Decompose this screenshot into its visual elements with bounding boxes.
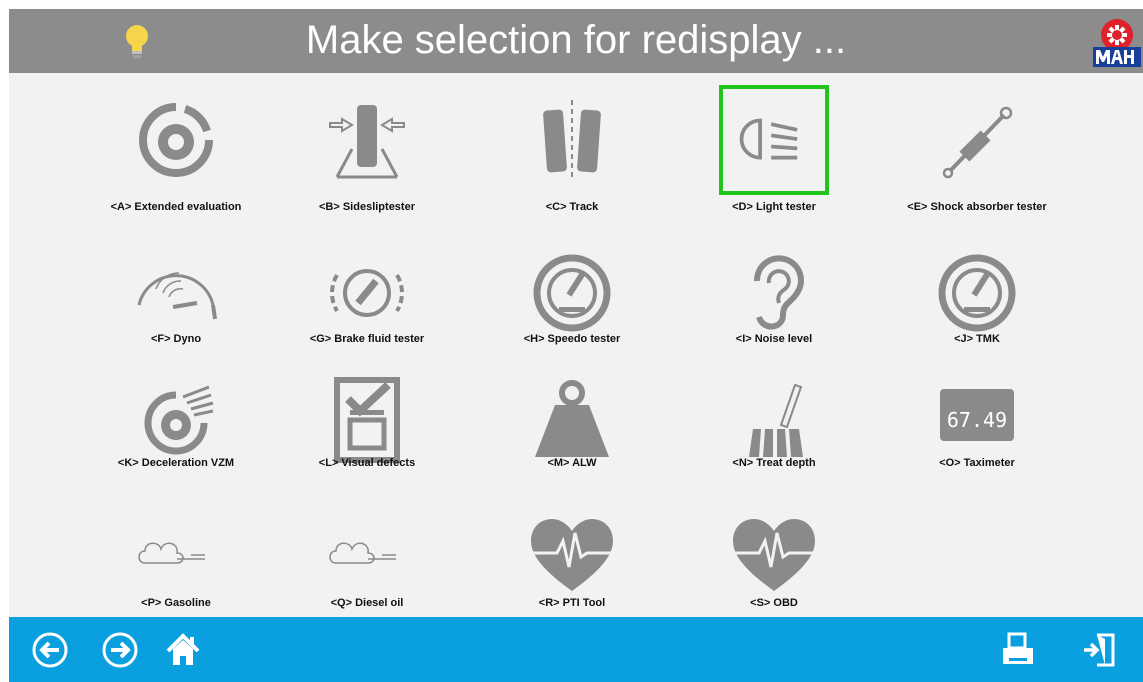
- tile-label: <H> Speedo tester: [523, 333, 621, 345]
- speedometer-icon: [517, 233, 627, 343]
- back-icon: [32, 632, 68, 668]
- tmk-gauge-icon: [922, 233, 1032, 343]
- tile-label: <G> Brake fluid tester: [309, 333, 425, 345]
- headlight-icon: [719, 85, 829, 195]
- tile-dyno[interactable]: <F> Dyno: [86, 221, 266, 351]
- maha-logo: [1091, 15, 1143, 69]
- forward-button[interactable]: [101, 631, 139, 669]
- tile-alw[interactable]: <M> ALW: [482, 353, 662, 483]
- heartbeat-icon: [517, 497, 627, 607]
- tile-pti-tool[interactable]: <R> PTI Tool: [482, 485, 662, 615]
- ear-icon: [719, 233, 829, 343]
- tile-speedo-tester[interactable]: <H> Speedo tester: [482, 221, 662, 351]
- tile-label: <D> Light tester: [732, 201, 816, 213]
- tile-extended-evaluation[interactable]: <A> Extended evaluation: [86, 73, 266, 213]
- tile-brake-fluid-tester[interactable]: <G> Brake fluid tester: [277, 221, 457, 351]
- exhaust-cloud-icon: [121, 497, 231, 607]
- tile-label: <O> Taximeter: [939, 457, 1015, 469]
- back-button[interactable]: [31, 631, 69, 669]
- dyno-gauge-icon: [121, 233, 231, 343]
- taximeter-readout: 67.49: [947, 408, 1007, 432]
- home-icon: [166, 633, 200, 665]
- shock-absorber-icon: [922, 85, 1032, 195]
- tile-label: <A> Extended evaluation: [110, 201, 242, 213]
- tile-tmk[interactable]: <J> TMK: [887, 221, 1067, 351]
- tile-sidesliptester[interactable]: <B> Sidesliptester: [277, 73, 457, 213]
- tile-label: <L> Visual defects: [318, 457, 416, 469]
- heartbeat-icon: [719, 497, 829, 607]
- window-edge: [0, 9, 9, 682]
- tile-label: <E> Shock absorber tester: [907, 201, 1047, 213]
- footer-toolbar: [9, 617, 1143, 682]
- tile-label: <Q> Diesel oil: [330, 597, 404, 609]
- selection-grid: <A> Extended evaluation <B> Sidesliptest…: [9, 73, 1143, 617]
- exit-icon: [1084, 633, 1115, 667]
- tile-label: <M> ALW: [547, 457, 597, 469]
- tile-label: <S> OBD: [750, 597, 798, 609]
- brake-disc-icon: [121, 85, 231, 195]
- tile-label: <C> Track: [545, 201, 599, 213]
- tile-deceleration-vzm[interactable]: <K> Deceleration VZM: [86, 353, 266, 483]
- track-icon: [517, 85, 627, 195]
- tile-visual-defects[interactable]: <L> Visual defects: [277, 353, 457, 483]
- exhaust-cloud-icon: [312, 497, 422, 607]
- print-icon: [1003, 632, 1033, 664]
- tile-gasoline[interactable]: <P> Gasoline: [86, 485, 266, 615]
- page-title: Make selection for redisplay ...: [305, 18, 847, 62]
- tile-obd[interactable]: <S> OBD: [684, 485, 864, 615]
- tile-label: <J> TMK: [954, 333, 1000, 345]
- tile-noise-level[interactable]: <I> Noise level: [684, 221, 864, 351]
- tile-track[interactable]: <C> Track: [482, 73, 662, 213]
- tile-treat-depth[interactable]: <N> Treat depth: [684, 353, 864, 483]
- header-bar: Make selection for redisplay ...: [9, 9, 1143, 73]
- forward-icon: [102, 632, 138, 668]
- tile-label: <K> Deceleration VZM: [117, 457, 235, 469]
- tile-label: <P> Gasoline: [141, 597, 211, 609]
- sideslip-icon: [312, 85, 422, 195]
- exit-button[interactable]: [1081, 631, 1119, 669]
- tile-label: <B> Sidesliptester: [319, 201, 415, 213]
- tile-label: <F> Dyno: [150, 333, 202, 345]
- tile-label: <I> Noise level: [735, 333, 813, 345]
- print-button[interactable]: [999, 631, 1037, 669]
- tile-taximeter[interactable]: 67.49 <O> Taximeter: [887, 353, 1067, 483]
- brake-fluid-icon: [312, 233, 422, 343]
- tile-shock-absorber-tester[interactable]: <E> Shock absorber tester: [887, 73, 1067, 213]
- home-button[interactable]: [164, 631, 202, 669]
- tile-diesel-oil[interactable]: <Q> Diesel oil: [277, 485, 457, 615]
- tile-light-tester[interactable]: <D> Light tester: [684, 73, 864, 213]
- tile-label: <R> PTI Tool: [538, 597, 606, 609]
- tile-label: <N> Treat depth: [732, 457, 816, 469]
